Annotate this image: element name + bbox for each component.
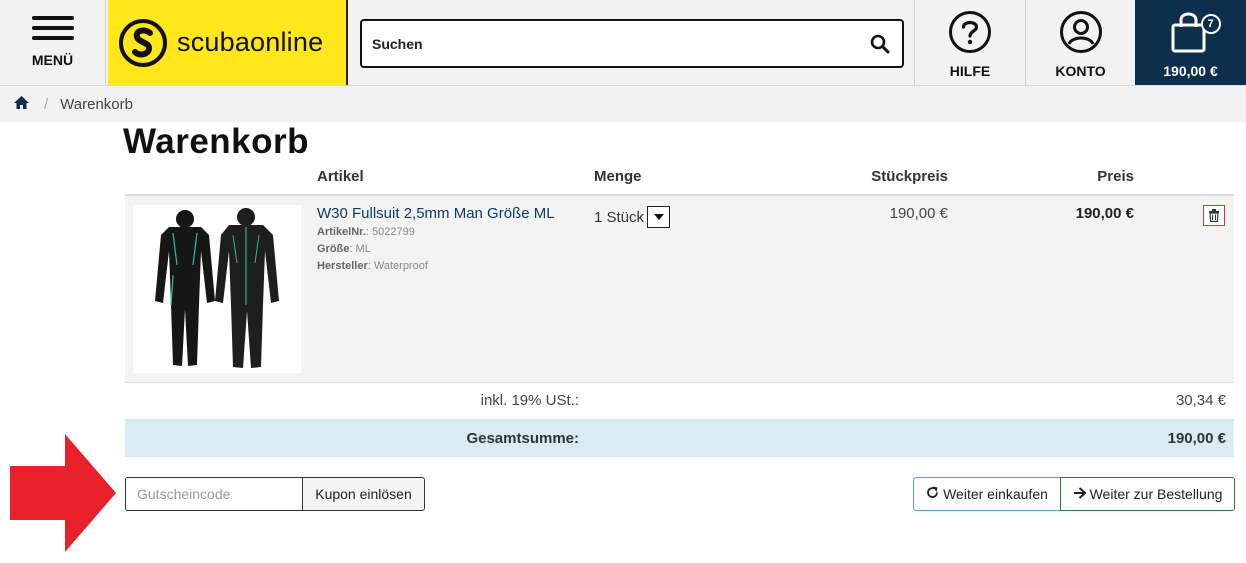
menu-label: MENÜ	[31, 52, 74, 68]
help-button[interactable]: HILFE	[914, 0, 1025, 85]
tax-label: inkl. 19% USt.:	[480, 392, 579, 409]
help-label: HILFE	[949, 63, 991, 79]
logo-text: scubaonline	[177, 27, 324, 57]
tax-value: 30,34 €	[1175, 392, 1226, 409]
home-icon[interactable]	[13, 95, 30, 114]
total-value: 190,00 €	[1167, 430, 1226, 447]
search-input[interactable]	[372, 35, 852, 52]
caret-down-icon[interactable]	[647, 206, 671, 228]
menu-button[interactable]: MENÜ	[0, 0, 106, 85]
page-title: Warenkorb	[123, 122, 310, 161]
search-box	[360, 19, 904, 68]
product-name-link[interactable]: W30 Fullsuit 2,5mm Man Größe ML	[317, 205, 555, 222]
redo-icon	[926, 486, 939, 502]
redeem-coupon-button[interactable]: Kupon einlösen	[302, 477, 425, 511]
unit-price: 190,00 €	[889, 205, 948, 222]
red-arrow-annotation	[10, 434, 116, 552]
total-label: Gesamtsumme:	[466, 430, 579, 447]
table-row: W30 Fullsuit 2,5mm Man Größe ML ArtikelN…	[125, 196, 1234, 383]
breadcrumb: / Warenkorb	[0, 86, 1246, 122]
checkout-label: Weiter zur Bestellung	[1089, 486, 1223, 502]
product-article-number: ArtikelNr.: 5022799	[317, 226, 415, 238]
column-header-quantity: Menge	[594, 168, 642, 185]
checkout-button[interactable]: Weiter zur Bestellung	[1060, 477, 1235, 511]
total-row: Gesamtsumme: 190,00 €	[125, 420, 1234, 457]
tax-row: inkl. 19% USt.: 30,34 €	[125, 383, 1234, 420]
quantity-select[interactable]: 1 Stück	[594, 206, 671, 228]
logo-s-icon	[119, 18, 167, 67]
continue-shopping-button[interactable]: Weiter einkaufen	[913, 477, 1061, 511]
breadcrumb-separator: /	[44, 95, 49, 113]
account-label: KONTO	[1055, 63, 1106, 79]
breadcrumb-current: Warenkorb	[60, 95, 133, 113]
coupon-code-input[interactable]	[125, 477, 303, 511]
site-header: MENÜ scubaonline HILFE KONTO 7 190,00	[0, 0, 1246, 86]
continue-shopping-label: Weiter einkaufen	[943, 486, 1048, 502]
line-price: 190,00 €	[1075, 205, 1134, 222]
question-circle-icon	[948, 10, 992, 59]
cart-total: 190,00 €	[1163, 63, 1218, 79]
quantity-value: 1 Stück	[594, 208, 645, 226]
trash-icon[interactable]	[1203, 205, 1225, 226]
product-size: Größe: ML	[317, 243, 371, 255]
site-logo[interactable]: scubaonline	[108, 0, 348, 85]
shopping-bag-icon: 7	[1168, 9, 1221, 60]
cart-button[interactable]: 7 190,00 €	[1135, 0, 1246, 85]
column-header-price: Preis	[1097, 168, 1134, 185]
hamburger-icon	[31, 14, 74, 42]
arrow-right-icon	[1073, 486, 1087, 502]
account-button[interactable]: KONTO	[1025, 0, 1135, 85]
column-header-unit-price: Stückpreis	[871, 168, 948, 185]
product-manufacturer: Hersteller: Waterproof	[317, 260, 428, 272]
user-icon	[1059, 10, 1103, 59]
search-icon[interactable]	[870, 34, 890, 59]
product-image[interactable]	[133, 205, 301, 373]
cart-count-badge: 7	[1200, 14, 1221, 34]
column-header-article: Artikel	[317, 168, 364, 185]
